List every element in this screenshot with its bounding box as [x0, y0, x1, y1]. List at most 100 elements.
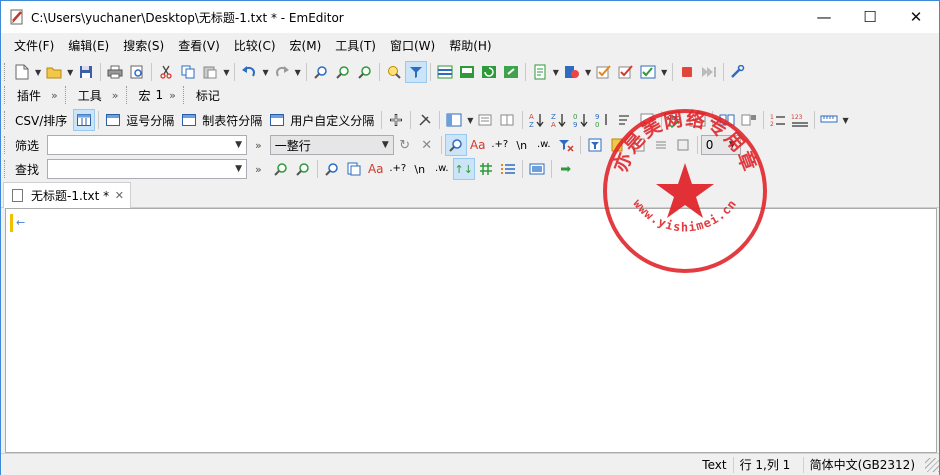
find-in-files-icon[interactable]	[343, 158, 365, 180]
filter-count-select[interactable]: 0 ▼	[700, 135, 741, 155]
menu-help[interactable]: 帮助(H)	[442, 36, 498, 57]
reset-filter-icon[interactable]: ↻	[394, 134, 416, 156]
split-columns-icon[interactable]	[497, 109, 519, 131]
find-escape-toggle[interactable]: \n	[409, 158, 431, 180]
find-prev-icon[interactable]	[354, 61, 376, 83]
check-dropdown-icon[interactable]: ▼	[661, 68, 667, 77]
find-whole-word-toggle[interactable]: .w.	[431, 158, 453, 180]
filter-regex-toggle[interactable]: .+?	[489, 134, 511, 156]
print-preview-icon[interactable]	[126, 61, 148, 83]
encoding-icon[interactable]	[561, 61, 583, 83]
csv-normal-mode-icon[interactable]	[73, 109, 96, 131]
filter-lines-icon[interactable]	[650, 134, 672, 156]
filter-input[interactable]: ▼	[47, 135, 248, 155]
find-input[interactable]: ▼	[47, 159, 248, 179]
sort-numeric-asc-icon[interactable]: 09	[570, 109, 592, 131]
find-regex-toggle[interactable]: .+?	[387, 158, 409, 180]
menu-view[interactable]: 查看(V)	[171, 36, 227, 57]
column-dropdown-icon[interactable]: ▼	[467, 116, 473, 125]
menu-search[interactable]: 搜索(S)	[116, 36, 171, 57]
text-editor-area[interactable]: ←	[5, 208, 937, 453]
user-defined-separated-button[interactable]: 用户自定义分隔	[266, 110, 378, 130]
save-icon[interactable]	[75, 61, 97, 83]
chevron-down-icon[interactable]: ▼	[382, 140, 389, 150]
tools-chevron[interactable]: »	[112, 89, 119, 102]
find-highlight-icon[interactable]	[475, 158, 497, 180]
menu-window[interactable]: 窗口(W)	[383, 36, 442, 57]
clear-filter-icon[interactable]: ✕	[416, 134, 438, 156]
tab-separated-button[interactable]: 制表符分隔	[178, 110, 266, 130]
menu-file[interactable]: 文件(F)	[7, 36, 61, 57]
chevron-down-icon[interactable]: ▼	[729, 140, 736, 150]
maximize-button[interactable]: ☐	[847, 1, 893, 33]
filter-escape-toggle[interactable]: \n	[511, 134, 533, 156]
column-layout-icon[interactable]	[443, 109, 465, 131]
plugins-chevron[interactable]: »	[51, 89, 58, 102]
sort-z-to-a-icon[interactable]: ZA	[548, 109, 570, 131]
minimize-button[interactable]: —	[801, 1, 847, 33]
resize-grip[interactable]	[925, 457, 939, 472]
full-screen-icon[interactable]	[500, 61, 522, 83]
find-wrap-toggle[interactable]: ↑↓	[452, 158, 475, 180]
redo-icon[interactable]	[271, 61, 293, 83]
redo-dropdown-icon[interactable]: ▼	[295, 68, 301, 77]
macros-bar-label[interactable]: 宏	[133, 87, 154, 104]
outline-view-icon[interactable]	[738, 109, 760, 131]
find-chevron[interactable]: »	[255, 163, 262, 176]
properties-dropdown-icon[interactable]: ▼	[553, 68, 559, 77]
filter-extract-icon[interactable]	[628, 134, 650, 156]
menu-tools[interactable]: 工具(T)	[328, 36, 383, 57]
stop-recording-icon[interactable]	[676, 61, 698, 83]
filter-bookmark-icon[interactable]	[606, 134, 628, 156]
check-all-icon[interactable]	[615, 61, 637, 83]
find-next-icon[interactable]	[292, 158, 314, 180]
encoding-dropdown-icon[interactable]: ▼	[585, 68, 591, 77]
sort-numeric-desc-icon[interactable]: 90	[592, 109, 614, 131]
chevron-down-icon[interactable]: ▼	[235, 140, 242, 150]
status-encoding[interactable]: 简体中文(GB2312)	[802, 456, 921, 473]
numbered-list-icon[interactable]: 12	[767, 109, 789, 131]
open-folder-icon[interactable]	[43, 61, 65, 83]
comma-separated-button[interactable]: 逗号分隔	[102, 110, 178, 130]
find-icon[interactable]	[310, 61, 332, 83]
status-mode[interactable]: Text	[696, 457, 732, 473]
find-go-icon[interactable]: ➡	[555, 158, 577, 180]
find-next-icon[interactable]	[332, 61, 354, 83]
new-dropdown-icon[interactable]: ▼	[35, 68, 41, 77]
heading-view-icon[interactable]	[716, 109, 738, 131]
find-options-icon[interactable]	[526, 158, 548, 180]
menu-compare[interactable]: 比较(C)	[227, 36, 283, 57]
line-numbers-icon[interactable]: 123	[789, 109, 811, 131]
find-dialog-icon[interactable]	[321, 158, 343, 180]
paste-dropdown-icon[interactable]: ▼	[223, 68, 229, 77]
undo-dropdown-icon[interactable]: ▼	[262, 68, 268, 77]
customize-tools-icon[interactable]	[727, 61, 749, 83]
filter-match-case-toggle[interactable]: Aa	[467, 134, 489, 156]
new-file-icon[interactable]	[11, 61, 33, 83]
find-match-case-toggle[interactable]: Aa	[365, 158, 387, 180]
close-tab-icon[interactable]: ✕	[115, 189, 124, 202]
ruler-icon[interactable]	[818, 109, 840, 131]
filter-advanced-icon[interactable]	[584, 134, 606, 156]
column-tools-icon[interactable]	[414, 109, 436, 131]
sort-a-to-z-icon[interactable]: AZ	[526, 109, 548, 131]
filter-search-icon[interactable]	[444, 134, 467, 156]
find-list-icon[interactable]	[497, 158, 519, 180]
paste-icon[interactable]	[199, 61, 221, 83]
menu-edit[interactable]: 编辑(E)	[61, 36, 116, 57]
highlight-search-icon[interactable]	[383, 61, 405, 83]
spell-check-options-icon[interactable]: abc	[687, 109, 709, 131]
run-macro-icon[interactable]	[698, 61, 720, 83]
output-bar-icon[interactable]	[456, 61, 478, 83]
open-dropdown-icon[interactable]: ▼	[67, 68, 73, 77]
select-all-check-icon[interactable]	[637, 61, 659, 83]
tab-untitled-1[interactable]: 无标题-1.txt * ✕	[3, 182, 131, 208]
join-columns-icon[interactable]	[475, 109, 497, 131]
document-properties-icon[interactable]	[529, 61, 551, 83]
spell-check-abc-icon[interactable]: Abc	[665, 109, 687, 131]
split-window-icon[interactable]	[434, 61, 456, 83]
filter-icon[interactable]	[404, 61, 427, 83]
filter-whole-word-toggle[interactable]: .w.	[533, 134, 555, 156]
filter-extra-icon[interactable]	[672, 134, 694, 156]
macros-chevron[interactable]: »	[169, 89, 176, 102]
